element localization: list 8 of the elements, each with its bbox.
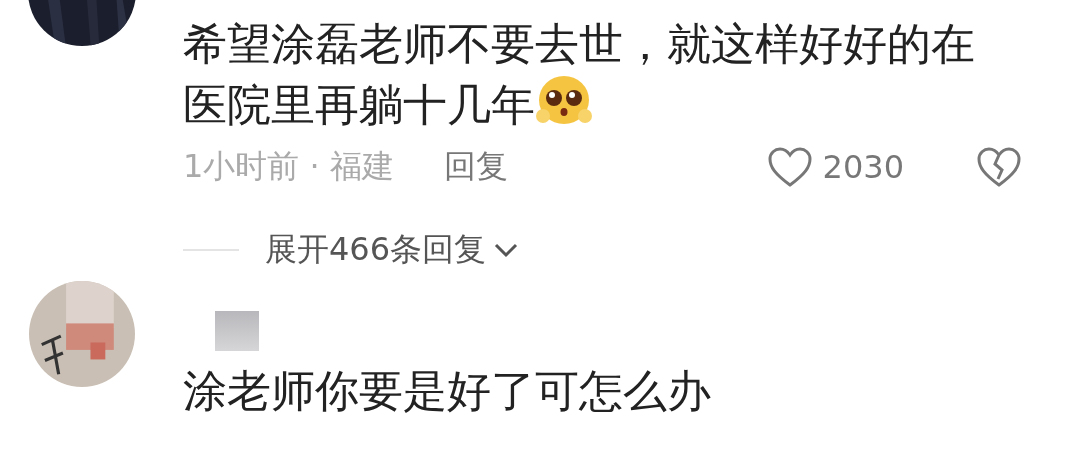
comment-meta: 1小时前 · 福建 <box>183 146 394 187</box>
broken-heart-icon[interactable] <box>976 146 1022 188</box>
expand-replies-link[interactable]: 展开466条回复 <box>265 228 521 272</box>
like-count: 2030 <box>822 148 904 186</box>
comment-text: 希望涂磊老师不要去世，就这样好好的在医院里再躺十几年 <box>183 17 976 132</box>
comment-text: 涂老师你要是好了可怎么办 <box>183 364 712 418</box>
heart-icon[interactable] <box>766 146 813 188</box>
reply-link[interactable]: 回复 <box>443 145 508 189</box>
